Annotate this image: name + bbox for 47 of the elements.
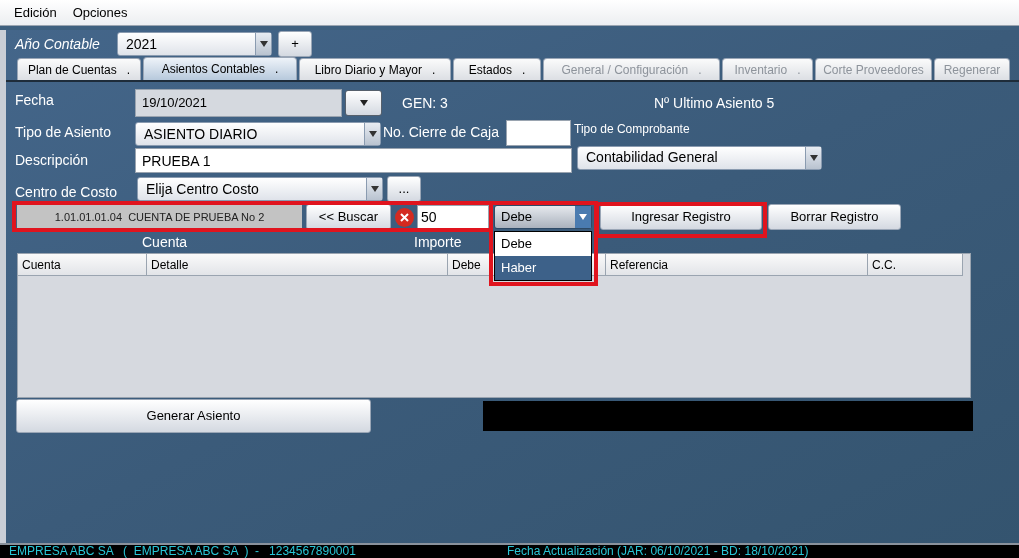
clear-icon[interactable] [395, 207, 414, 227]
add-button[interactable]: + [278, 31, 312, 57]
field-label: Centro de Costo [15, 182, 118, 202]
update-date: Fecha Actualización (JAR: 06/10/2021 - BD: 18/10/2021) [507, 545, 809, 557]
register-button[interactable]: Borrar Registro [768, 204, 901, 230]
menu-item[interactable]: Opciones [66, 2, 134, 23]
dropdown-arrow-icon [579, 214, 587, 220]
column-header: Detalle [147, 254, 448, 276]
description-field[interactable]: PRUEBA 1 [135, 148, 572, 173]
browse-button[interactable]: ... [387, 176, 421, 202]
field-label: Tipo de Asiento [15, 123, 112, 142]
column-header: Cuenta [18, 254, 147, 276]
field-label: Cuenta [142, 233, 189, 248]
field-label: Tipo de Comprobante [574, 121, 690, 138]
voucher-type-dropdown[interactable]: Contabilidad General [577, 145, 822, 170]
dropdown-option[interactable]: Haber [495, 256, 591, 280]
tab[interactable]: Libro Diario y Mayor . [299, 58, 451, 80]
column-header: Referencia [606, 254, 868, 276]
dropdown-arrow-icon [809, 154, 818, 161]
caret-icon [359, 100, 368, 106]
side-dropdown[interactable]: Debe [494, 205, 592, 229]
company-info: EMPRESA ABC SA ( EMPRESA ABC SA ) - 1234567890001 [9, 545, 357, 557]
dropdown-arrow-icon [259, 41, 268, 47]
tab[interactable]: Plan de Cuentas . [17, 58, 141, 80]
date-picker-button[interactable] [345, 90, 382, 116]
field-label: GEN: 3 [402, 93, 449, 113]
field-label: Descripción [15, 151, 90, 170]
column-header: Debe [448, 254, 491, 276]
field-label: Importe [414, 233, 462, 248]
field-label: No. Cierre de Caja [383, 123, 500, 142]
cash-closing-field[interactable] [506, 120, 571, 146]
field-label: Nº Ultimo Asiento 5 [654, 93, 775, 113]
generate-button[interactable]: Generar Asiento [16, 399, 371, 433]
date-field[interactable]: 19/10/2021 [135, 89, 342, 117]
year-dropdown[interactable]: 2021 [117, 32, 272, 56]
dropdown-arrow-icon [370, 186, 379, 192]
field-label: Año Contable [15, 34, 101, 54]
tab[interactable]: Estados . [453, 58, 541, 80]
menu-item[interactable]: Edición [8, 2, 63, 23]
register-button[interactable]: Ingresar Registro [600, 204, 762, 230]
cost-center-dropdown[interactable]: Elija Centro Costo [137, 177, 383, 201]
tab[interactable]: Asientos Contables . [143, 57, 297, 80]
column-header: C.C. [868, 254, 963, 276]
account-display: 1.01.01.01.04 CUENTA DE PRUEBA No 2 [17, 205, 302, 229]
entry-type-dropdown[interactable]: ASIENTO DIARIO [135, 122, 381, 146]
dropdown-arrow-icon [368, 131, 377, 137]
field-label: Fecha [15, 90, 55, 110]
